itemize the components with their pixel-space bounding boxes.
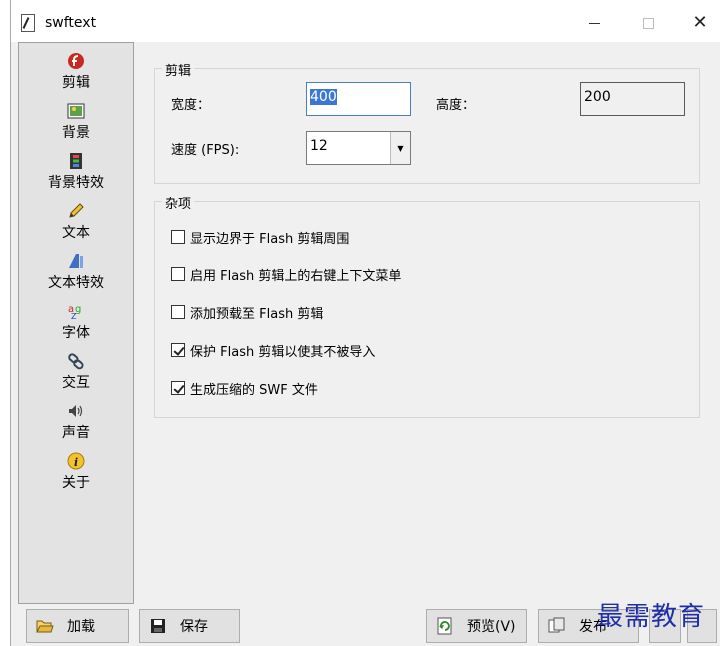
watermark: 最需教育 [597,602,706,632]
chevron-down-icon[interactable]: ▼ [390,132,410,164]
window-title: swftext [45,15,97,31]
sidebar-item-font[interactable]: agZ 字体 [19,299,133,347]
preloader-option[interactable]: 添加预载至 Flash 剪辑 [171,303,324,322]
sidebar-item-interaction[interactable]: 交互 [19,349,133,397]
load-button[interactable]: 加载 [26,609,129,643]
film-icon [66,151,86,171]
height-label: 高度： [436,98,476,113]
text-effect-icon [66,251,86,271]
sidebar: 剪辑 背景 背景特效 文本 文本特效 a g Z 字体 交互 声音 i 关于 [18,42,134,604]
misc-group-title: 杂项 [162,193,195,212]
maximize-button[interactable] [625,8,671,38]
minimize-button[interactable] [571,8,617,38]
preview-label: 预览(V) [467,619,516,635]
compressed-swf-checkbox[interactable] [171,381,185,395]
preview-button[interactable]: 预览(V) [426,609,527,643]
sidebar-item-text-effects[interactable]: 文本特效 [19,249,133,297]
minimize-icon [588,22,600,24]
height-field[interactable]: 200 [580,82,685,116]
height-value: 200 [584,89,611,105]
open-folder-icon [35,617,55,635]
font-icon: agZ [66,301,86,321]
svg-text:i: i [74,456,78,469]
option-label: 生成压缩的 SWF 文件 [190,382,318,398]
width-field[interactable]: 400 [306,82,411,116]
sidebar-item-label: 剪辑 [62,75,90,91]
maximize-icon [642,17,654,29]
context-menu-checkbox[interactable] [171,267,185,281]
sidebar-item-label: 字体 [62,325,90,341]
svg-text:Z: Z [71,312,77,320]
flash-icon [66,51,86,71]
option-label: 启用 Flash 剪辑上的右键上下文菜单 [190,268,402,284]
option-label: 保护 Flash 剪辑以使其不被导入 [190,344,376,360]
preloader-checkbox[interactable] [171,305,185,319]
misc-group: 杂项 显示边界于 Flash 剪辑周围 启用 Flash 剪辑上的右键上下文菜单… [154,193,700,418]
speaker-icon [66,401,86,421]
close-icon: ✕ [692,12,708,33]
fps-label: 速度 (FPS): [171,143,240,158]
floppy-disk-icon [148,617,168,635]
info-icon: i [66,451,86,471]
sidebar-item-label: 声音 [62,425,90,441]
settings-panel: 剪辑 宽度： 400 高度： 200 速度 (FPS): 12 ▼ 杂项 显示边… [135,42,720,604]
context-menu-option[interactable]: 启用 Flash 剪辑上的右键上下文菜单 [171,265,402,284]
option-label: 显示边界于 Flash 剪辑周围 [190,231,350,247]
clip-group-title: 剪辑 [162,60,195,79]
sidebar-item-clip[interactable]: 剪辑 [19,49,133,97]
sidebar-item-text[interactable]: 文本 [19,199,133,247]
fps-value: 12 [310,138,328,154]
link-icon [66,351,86,371]
protect-import-checkbox[interactable] [171,343,185,357]
sidebar-item-label: 背景 [62,125,90,141]
sidebar-item-about[interactable]: i 关于 [19,449,133,497]
title-bar: swftext ✕ [11,0,720,42]
protect-import-option[interactable]: 保护 Flash 剪辑以使其不被导入 [171,341,376,360]
app-icon [21,14,35,32]
sidebar-item-sound[interactable]: 声音 [19,399,133,447]
sidebar-item-label: 交互 [62,375,90,391]
close-button[interactable]: ✕ [677,8,720,38]
load-label: 加载 [67,619,95,635]
fps-combobox[interactable]: 12 ▼ [306,131,411,165]
sidebar-item-background[interactable]: 背景 [19,99,133,147]
option-label: 添加预载至 Flash 剪辑 [190,306,324,322]
width-value: 400 [310,89,337,105]
app-window: swftext ✕ 剪辑 背景 背景特效 文本 文本特效 a g Z 字体 交互… [10,0,720,646]
sidebar-item-background-effects[interactable]: 背景特效 [19,149,133,197]
show-border-option[interactable]: 显示边界于 Flash 剪辑周围 [171,228,350,247]
sidebar-item-label: 关于 [62,475,90,491]
save-label: 保存 [180,619,208,635]
sidebar-item-label: 背景特效 [48,175,104,191]
clip-group: 剪辑 宽度： 400 高度： 200 速度 (FPS): 12 ▼ [154,60,700,184]
compressed-swf-option[interactable]: 生成压缩的 SWF 文件 [171,379,318,398]
width-label: 宽度： [171,98,211,113]
sidebar-item-label: 文本特效 [48,275,104,291]
publish-icon [547,617,567,635]
picture-icon [66,101,86,121]
sidebar-item-label: 文本 [62,225,90,241]
refresh-page-icon [435,617,455,635]
show-border-checkbox[interactable] [171,230,185,244]
save-button[interactable]: 保存 [139,609,240,643]
pencil-icon [66,201,86,221]
